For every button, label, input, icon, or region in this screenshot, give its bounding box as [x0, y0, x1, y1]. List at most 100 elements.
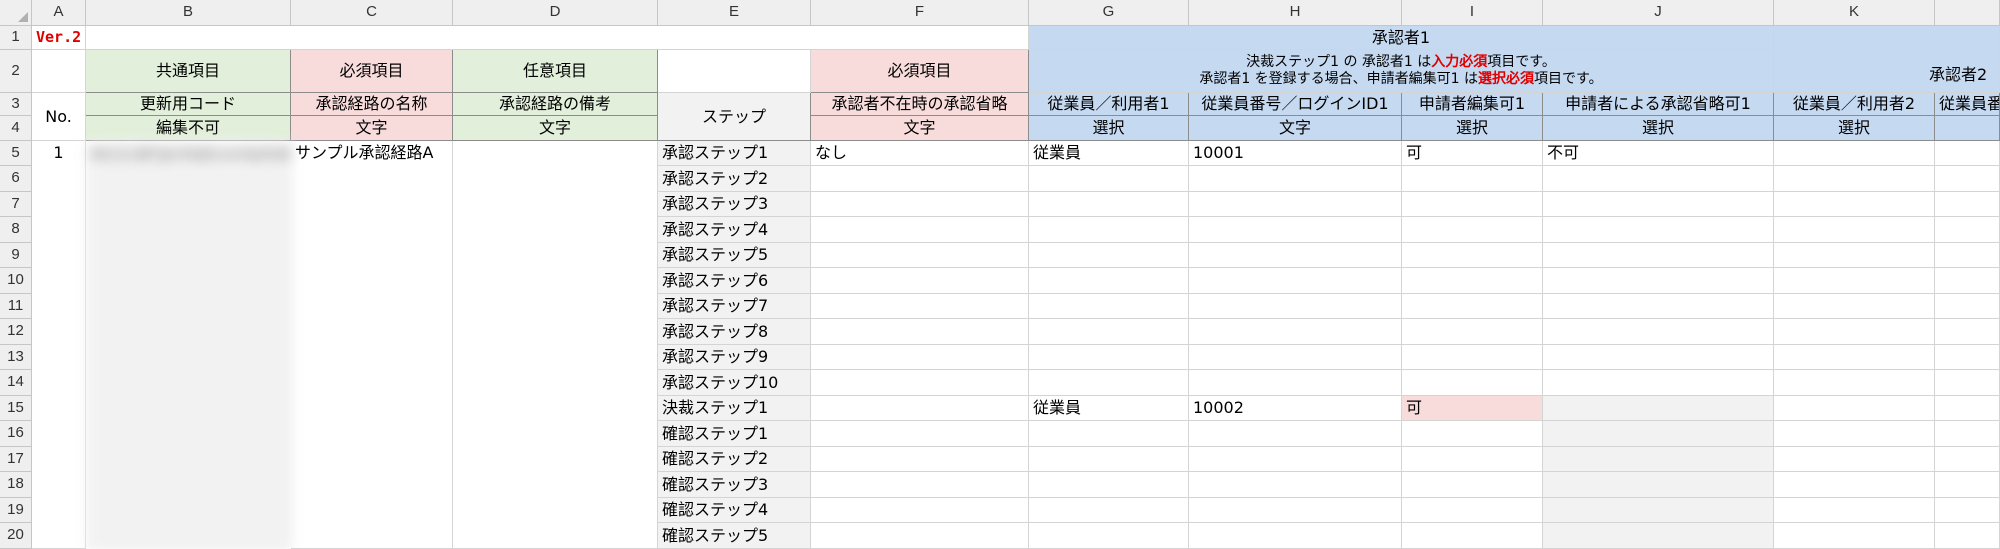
cell-l19[interactable] [1935, 498, 2000, 523]
cell-g14[interactable] [1029, 370, 1189, 396]
step-cell[interactable]: 確認ステップ1 [658, 421, 811, 447]
cell-i6[interactable] [1402, 166, 1543, 192]
cell-j15[interactable] [1543, 396, 1774, 421]
cell-k20[interactable] [1774, 523, 1935, 549]
step-cell[interactable]: 確認ステップ2 [658, 447, 811, 472]
cell-f7[interactable] [811, 192, 1029, 217]
cell-i12[interactable] [1402, 319, 1543, 345]
cell-l20[interactable] [1935, 523, 2000, 549]
cell-j8[interactable] [1543, 217, 1774, 243]
step-cell[interactable]: 承認ステップ6 [658, 268, 811, 294]
row-header-6[interactable]: 6 [0, 166, 32, 192]
row-header-13[interactable]: 13 [0, 345, 32, 370]
row-header-9[interactable]: 9 [0, 243, 32, 268]
cell-i7[interactable] [1402, 192, 1543, 217]
cell-g12[interactable] [1029, 319, 1189, 345]
cell-k14[interactable] [1774, 370, 1935, 396]
cell-g16[interactable] [1029, 421, 1189, 447]
step-cell[interactable]: 承認ステップ8 [658, 319, 811, 345]
cell-j6[interactable] [1543, 166, 1774, 192]
cell-h19[interactable] [1189, 498, 1402, 523]
cell-h10[interactable] [1189, 268, 1402, 294]
cell-l18[interactable] [1935, 472, 2000, 498]
cell-l14[interactable] [1935, 370, 2000, 396]
row-header-18[interactable]: 18 [0, 472, 32, 498]
cell-h16[interactable] [1189, 421, 1402, 447]
row-header-5[interactable]: 5 [0, 141, 32, 166]
row-header-4[interactable]: 4 [0, 116, 32, 141]
cell-g5[interactable]: 従業員 [1029, 141, 1189, 166]
cell-j5[interactable]: 不可 [1543, 141, 1774, 166]
cell-k8[interactable] [1774, 217, 1935, 243]
cell-l15[interactable] [1935, 396, 2000, 421]
cell-f8[interactable] [811, 217, 1029, 243]
cell-g8[interactable] [1029, 217, 1189, 243]
cell-i16[interactable] [1402, 421, 1543, 447]
cell-h18[interactable] [1189, 472, 1402, 498]
cell-j11[interactable] [1543, 294, 1774, 319]
cell-f10[interactable] [811, 268, 1029, 294]
cell-b1[interactable] [86, 26, 1029, 50]
cell-g18[interactable] [1029, 472, 1189, 498]
cell-h13[interactable] [1189, 345, 1402, 370]
cell-i13[interactable] [1402, 345, 1543, 370]
cell-i8[interactable] [1402, 217, 1543, 243]
cell-i10[interactable] [1402, 268, 1543, 294]
step-cell[interactable]: 承認ステップ3 [658, 192, 811, 217]
step-cell[interactable]: 承認ステップ10 [658, 370, 811, 396]
cell-k6[interactable] [1774, 166, 1935, 192]
row-header-3[interactable]: 3 [0, 93, 32, 116]
cell-g10[interactable] [1029, 268, 1189, 294]
cell-f15[interactable] [811, 396, 1029, 421]
cell-k5[interactable] [1774, 141, 1935, 166]
row-header-16[interactable]: 16 [0, 421, 32, 447]
step-cell[interactable]: 承認ステップ5 [658, 243, 811, 268]
cell-k17[interactable] [1774, 447, 1935, 472]
cell-i14[interactable] [1402, 370, 1543, 396]
cell-i19[interactable] [1402, 498, 1543, 523]
column-header-k[interactable]: K [1774, 0, 1935, 26]
cell-h15[interactable]: 10002 [1189, 396, 1402, 421]
cell-g15[interactable]: 従業員 [1029, 396, 1189, 421]
cell-k11[interactable] [1774, 294, 1935, 319]
cell-j9[interactable] [1543, 243, 1774, 268]
column-header-g[interactable]: G [1029, 0, 1189, 26]
cell-k9[interactable] [1774, 243, 1935, 268]
cell-f17[interactable] [811, 447, 1029, 472]
cell-h17[interactable] [1189, 447, 1402, 472]
step-cell[interactable]: 確認ステップ3 [658, 472, 811, 498]
row-header-12[interactable]: 12 [0, 319, 32, 345]
cell-f5[interactable]: なし [811, 141, 1029, 166]
row-header-14[interactable]: 14 [0, 370, 32, 396]
column-header-d[interactable]: D [453, 0, 658, 26]
row-header-8[interactable]: 8 [0, 217, 32, 243]
column-header-h[interactable]: H [1189, 0, 1402, 26]
cell-j7[interactable] [1543, 192, 1774, 217]
column-header-l[interactable] [1935, 0, 2000, 26]
column-header-c[interactable]: C [291, 0, 453, 26]
select-all-corner[interactable] [0, 0, 32, 26]
cell-g19[interactable] [1029, 498, 1189, 523]
cell-f13[interactable] [811, 345, 1029, 370]
cell-l8[interactable] [1935, 217, 2000, 243]
step-cell[interactable]: 決裁ステップ1 [658, 396, 811, 421]
cell-j19[interactable] [1543, 498, 1774, 523]
cell-l5[interactable] [1935, 141, 2000, 166]
cell-h20[interactable] [1189, 523, 1402, 549]
cell-g9[interactable] [1029, 243, 1189, 268]
record-no[interactable]: 1 [32, 141, 86, 549]
cell-a2[interactable] [32, 50, 86, 93]
cell-f6[interactable] [811, 166, 1029, 192]
cell-l13[interactable] [1935, 345, 2000, 370]
row-header-1[interactable]: 1 [0, 26, 32, 50]
cell-h9[interactable] [1189, 243, 1402, 268]
cell-f9[interactable] [811, 243, 1029, 268]
column-header-j[interactable]: J [1543, 0, 1774, 26]
column-header-b[interactable]: B [86, 0, 291, 26]
cell-i18[interactable] [1402, 472, 1543, 498]
cell-k7[interactable] [1774, 192, 1935, 217]
cell-l12[interactable] [1935, 319, 2000, 345]
cell-f20[interactable] [811, 523, 1029, 549]
step-cell[interactable]: 確認ステップ5 [658, 523, 811, 549]
cell-k19[interactable] [1774, 498, 1935, 523]
